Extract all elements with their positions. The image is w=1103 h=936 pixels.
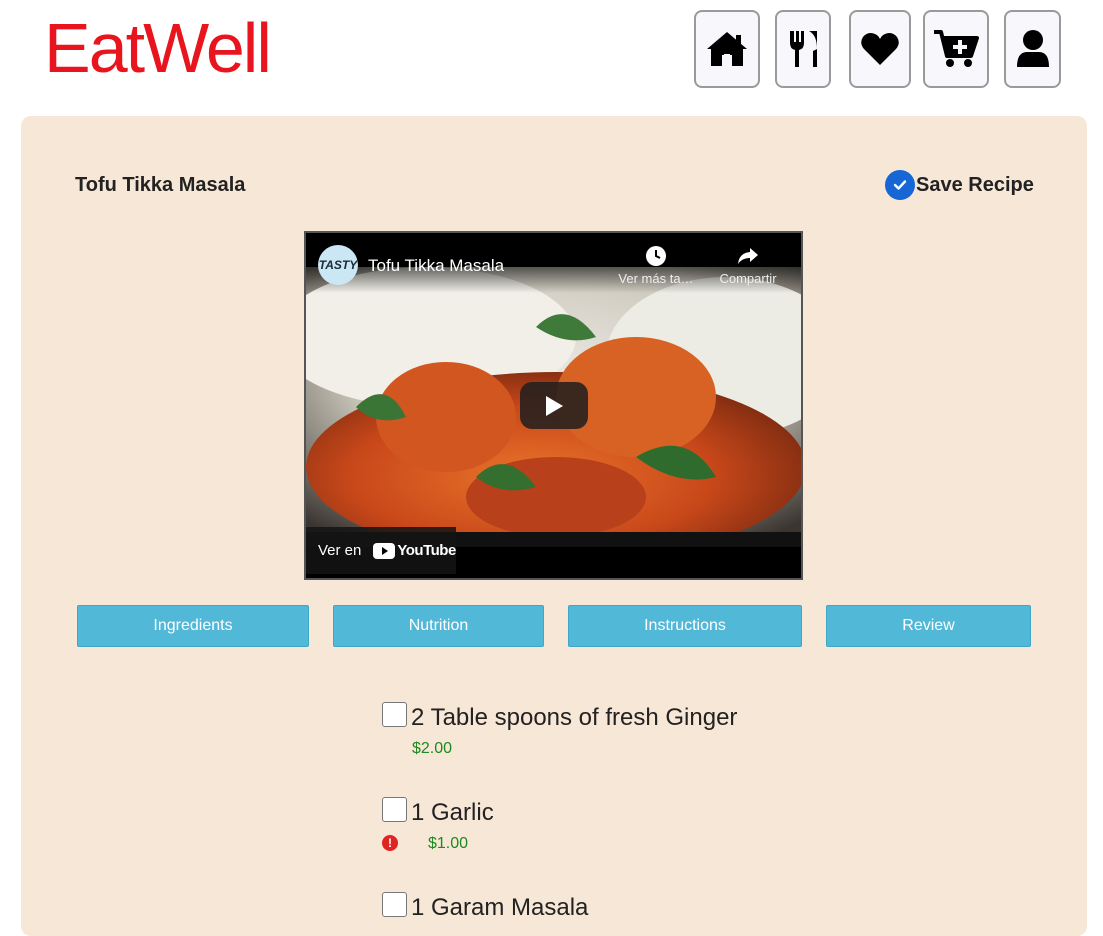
cart-plus-icon (934, 30, 979, 67)
video-title[interactable]: Tofu Tikka Masala (368, 256, 504, 276)
ingredient-name: 1 Garam Masala (411, 894, 589, 921)
nav-favorites-button[interactable] (849, 10, 911, 88)
youtube-play-icon (373, 542, 396, 559)
tab-review[interactable]: Review (826, 605, 1031, 647)
nav-recipes-button[interactable] (775, 10, 831, 88)
video-topbar: TASTY Tofu Tikka Masala Ver más ta… Comp… (306, 233, 801, 293)
nav-profile-button[interactable] (1004, 10, 1061, 88)
ingredient-price: $1.00 (428, 835, 469, 852)
tab-nutrition[interactable]: Nutrition (333, 605, 544, 647)
ingredient-checkbox[interactable] (382, 797, 407, 822)
play-icon (546, 395, 563, 416)
ingredient-checkbox[interactable] (382, 702, 407, 727)
check-circle-icon (885, 170, 915, 200)
share-arrow-icon (738, 248, 758, 264)
ingredient-name: 2 Table spoons of fresh Ginger (411, 704, 738, 731)
app-logo[interactable]: EatWell (44, 8, 272, 88)
recipe-title: Tofu Tikka Masala (75, 174, 246, 196)
channel-avatar[interactable]: TASTY (318, 245, 358, 285)
warning-icon[interactable]: ! (382, 835, 398, 851)
nav-cart-button[interactable] (923, 10, 989, 88)
ingredient-checkbox[interactable] (382, 892, 407, 917)
header: EatWell (0, 0, 1103, 110)
youtube-wordmark: YouTube (397, 542, 456, 559)
watch-on-youtube-button[interactable]: Ver en YouTube (306, 527, 456, 574)
tab-ingredients[interactable]: Ingredients (77, 605, 309, 647)
share-label: Compartir (719, 271, 777, 286)
ingredient-name: 1 Garlic (411, 799, 494, 826)
watch-later-label: Ver más ta… (618, 271, 694, 286)
home-icon (707, 32, 747, 66)
heart-icon (861, 33, 899, 65)
clock-icon (646, 246, 666, 266)
recipe-card: Tofu Tikka Masala Save Recipe TASTY Tofu… (21, 116, 1087, 936)
watch-later-button[interactable]: Ver más ta… (616, 245, 696, 286)
share-button[interactable]: Compartir (708, 245, 788, 286)
ingredient-price: $2.00 (412, 740, 453, 757)
watch-on-label: Ver en (318, 542, 362, 559)
nav-home-button[interactable] (694, 10, 760, 88)
recipe-video-player[interactable]: TASTY Tofu Tikka Masala Ver más ta… Comp… (304, 231, 803, 580)
fork-knife-icon (790, 31, 817, 67)
save-recipe-label: Save Recipe (916, 173, 1034, 196)
youtube-logo: YouTube (373, 542, 456, 559)
save-recipe-button[interactable]: Save Recipe (885, 170, 1034, 200)
user-icon (1016, 30, 1049, 67)
play-button[interactable] (520, 382, 588, 429)
tab-instructions[interactable]: Instructions (568, 605, 802, 647)
